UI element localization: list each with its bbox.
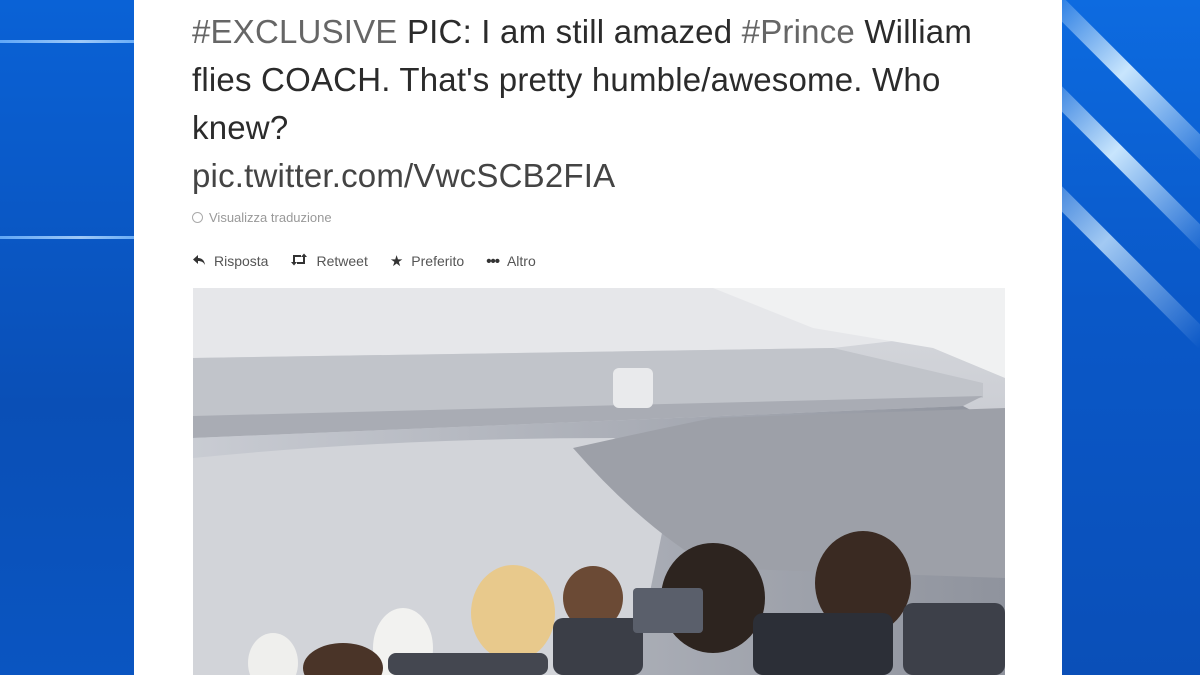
background-light-beam (1062, 152, 1200, 350)
tweet-photo-link[interactable]: pic.twitter.com/VwcSCB2FIA (192, 152, 1032, 200)
ellipsis-icon: ••• (486, 252, 500, 270)
retweet-button[interactable]: Retweet (290, 253, 368, 270)
retweet-icon (290, 253, 308, 270)
tweet-text-segment: PIC: I am still amazed (397, 13, 742, 50)
star-icon: ★ (389, 253, 404, 270)
globe-icon (192, 212, 203, 223)
translate-label: Visualizza traduzione (209, 210, 332, 225)
favorite-button[interactable]: ★ Preferito (390, 252, 464, 270)
reply-arrow-icon (192, 253, 206, 270)
tweet-text: #EXCLUSIVE PIC: I am still amazed #Princ… (192, 8, 1032, 200)
reply-label: Risposta (214, 253, 269, 269)
background-left-panel (0, 0, 134, 675)
background-right-panel (1062, 0, 1200, 675)
background-light-beam (1062, 0, 1200, 180)
hashtag-exclusive[interactable]: #EXCLUSIVE (192, 13, 398, 50)
airplane-cabin-photo (193, 288, 1005, 675)
favorite-label: Preferito (411, 253, 465, 269)
background-stripe (0, 236, 134, 239)
tweet-photo[interactable] (193, 288, 1005, 675)
retweet-label: Retweet (316, 253, 368, 269)
background-stripe (0, 40, 134, 43)
hashtag-prince[interactable]: #Prince (742, 13, 855, 50)
tweet-card: #EXCLUSIVE PIC: I am still amazed #Princ… (134, 0, 1062, 675)
more-button[interactable]: ••• Altro (486, 253, 536, 270)
more-label: Altro (506, 253, 536, 269)
translate-link[interactable]: Visualizza traduzione (192, 210, 332, 225)
tweet-actions: Risposta Retweet ★ Preferito ••• Altro (192, 252, 536, 270)
reply-button[interactable]: Risposta (192, 253, 268, 270)
